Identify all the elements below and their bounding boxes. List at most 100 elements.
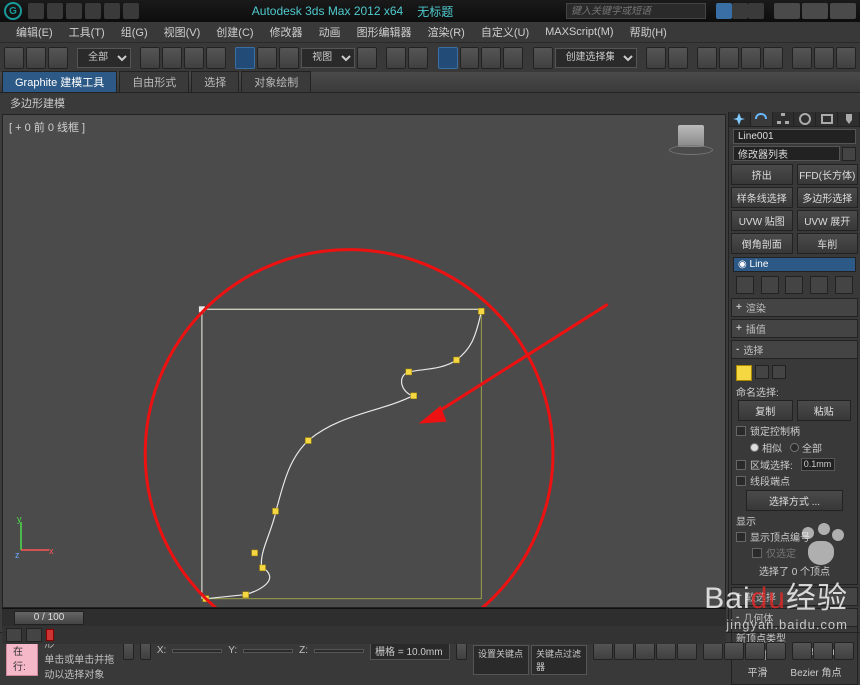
isolate-btn[interactable] xyxy=(140,642,151,660)
render-frame-btn[interactable] xyxy=(814,47,834,69)
menu-edit[interactable]: 编辑(E) xyxy=(8,24,61,40)
cmd-tab-create[interactable] xyxy=(729,112,751,126)
subobj-spline-btn[interactable] xyxy=(772,365,786,379)
maximize-button[interactable] xyxy=(802,3,828,19)
ribbon-tab-graphite[interactable]: Graphite 建模工具 xyxy=(2,71,117,92)
percent-snap-btn[interactable] xyxy=(481,47,501,69)
btn-ffd[interactable]: FFD(长方体) xyxy=(797,164,859,185)
so-pin-stack[interactable] xyxy=(736,276,754,294)
mod-list-config-btn[interactable] xyxy=(842,147,856,161)
render-setup-btn[interactable] xyxy=(792,47,812,69)
area-select-value[interactable]: 0.1mm xyxy=(801,458,835,471)
menu-view[interactable]: 视图(V) xyxy=(156,24,209,40)
pivot-btn[interactable] xyxy=(357,47,377,69)
goto-start-btn[interactable] xyxy=(593,642,613,660)
btn-poly-sel[interactable]: 多边形选择 xyxy=(797,187,859,208)
qat-btn[interactable] xyxy=(123,3,139,19)
rollout-selection[interactable]: 选择 xyxy=(731,340,858,359)
info-btn[interactable] xyxy=(716,3,732,19)
time-slider-handle[interactable]: 0 / 100 xyxy=(14,611,84,625)
key-filters-btn[interactable]: 关键点过滤器 xyxy=(531,645,587,675)
time-slider[interactable]: 0 / 100 xyxy=(2,608,726,626)
nav-region-btn[interactable] xyxy=(792,642,812,660)
qat-btn[interactable] xyxy=(47,3,63,19)
radio-all[interactable] xyxy=(790,443,799,452)
nav-zoom-btn[interactable] xyxy=(724,642,744,660)
so-configure[interactable] xyxy=(835,276,853,294)
close-button[interactable] xyxy=(830,3,856,19)
menu-render[interactable]: 渲染(R) xyxy=(420,24,473,40)
modifier-list-dropdown[interactable]: 修改器列表 xyxy=(733,146,840,161)
nav-fov-btn[interactable] xyxy=(766,642,786,660)
trackbar-filter[interactable] xyxy=(26,628,42,642)
btn-select-by[interactable]: 选择方式 ... xyxy=(746,490,843,511)
cmd-tab-utilities[interactable] xyxy=(838,112,860,126)
edit-named-sel-btn[interactable] xyxy=(533,47,553,69)
spinner-snap-btn[interactable] xyxy=(503,47,523,69)
lock-selection-btn[interactable] xyxy=(123,642,134,660)
subobj-vertex-btn[interactable] xyxy=(736,365,752,381)
select-region-btn[interactable] xyxy=(184,47,204,69)
add-time-tag-btn[interactable] xyxy=(456,642,467,660)
curve-editor-btn[interactable] xyxy=(719,47,739,69)
qat-btn[interactable] xyxy=(66,3,82,19)
link-btn[interactable] xyxy=(4,47,24,69)
window-crossing-btn[interactable] xyxy=(206,47,226,69)
radio-similar[interactable] xyxy=(750,443,759,452)
selection-filter[interactable]: 全部 xyxy=(77,48,131,68)
rollout-geometry[interactable]: 几何体 xyxy=(731,608,858,627)
angle-snap-btn[interactable] xyxy=(460,47,480,69)
rollout-interp[interactable]: 插值 xyxy=(731,319,858,338)
trackbar-toggle[interactable] xyxy=(6,628,22,642)
qat-btn[interactable] xyxy=(85,3,101,19)
cmd-tab-modify[interactable] xyxy=(751,112,773,126)
btn-paste-sel[interactable]: 粘贴 xyxy=(797,400,852,421)
so-unique[interactable] xyxy=(785,276,803,294)
ribbon-tab-paint[interactable]: 对象绘制 xyxy=(241,71,311,92)
btn-chamfer[interactable]: 倒角剖面 xyxy=(731,233,793,254)
unlink-btn[interactable] xyxy=(26,47,46,69)
schematic-btn[interactable] xyxy=(741,47,761,69)
keyframe-marker[interactable] xyxy=(46,629,54,641)
move-btn[interactable] xyxy=(235,47,255,69)
rotate-btn[interactable] xyxy=(257,47,277,69)
chk-show-vertex-num[interactable] xyxy=(736,532,746,542)
chk-segment-end[interactable] xyxy=(736,476,746,486)
play-btn[interactable] xyxy=(635,642,655,660)
menu-graph[interactable]: 图形编辑器 xyxy=(349,24,420,40)
rollout-render[interactable]: 渲染 xyxy=(731,298,858,317)
object-name-field[interactable]: Line001 xyxy=(733,129,856,144)
so-remove[interactable] xyxy=(810,276,828,294)
btn-copy-sel[interactable]: 复制 xyxy=(738,400,793,421)
rollout-softsel[interactable]: 软选择 xyxy=(731,587,858,606)
cmd-tab-motion[interactable] xyxy=(794,112,816,126)
select-btn[interactable] xyxy=(140,47,160,69)
chk-lock-handles[interactable] xyxy=(736,426,746,436)
chk-area-select[interactable] xyxy=(736,460,746,470)
cmd-tab-display[interactable] xyxy=(816,112,838,126)
ribbon-tab-selection[interactable]: 选择 xyxy=(191,71,239,92)
ribbon-panel-label[interactable]: 多边形建模 xyxy=(0,92,860,112)
qat-btn[interactable] xyxy=(28,3,44,19)
render-btn[interactable] xyxy=(836,47,856,69)
menu-custom[interactable]: 自定义(U) xyxy=(473,24,537,40)
ref-coord-sys[interactable]: 视图 xyxy=(301,48,355,68)
set-key-btn[interactable]: 设置关键点 xyxy=(473,645,529,675)
manip-btn[interactable] xyxy=(386,47,406,69)
cmd-tab-hierarchy[interactable] xyxy=(773,112,795,126)
menu-script[interactable]: MAXScript(M) xyxy=(537,26,621,38)
scale-btn[interactable] xyxy=(279,47,299,69)
btn-spline-sel[interactable]: 样条线选择 xyxy=(731,187,793,208)
coord-z[interactable] xyxy=(314,649,364,653)
star-btn[interactable] xyxy=(732,3,748,19)
spline-line[interactable] xyxy=(206,311,481,598)
menu-help[interactable]: 帮助(H) xyxy=(622,24,675,40)
coord-x[interactable] xyxy=(172,649,222,653)
material-editor-btn[interactable] xyxy=(763,47,783,69)
coord-y[interactable] xyxy=(243,649,293,653)
modifier-stack[interactable]: ◉ Line xyxy=(733,257,856,272)
menu-mod[interactable]: 修改器 xyxy=(262,24,311,40)
viewport-front[interactable]: [ + 0 前 0 线框 ] xyxy=(2,114,726,608)
snap-btn[interactable] xyxy=(438,47,458,69)
ribbon-tab-freeform[interactable]: 自由形式 xyxy=(119,71,189,92)
